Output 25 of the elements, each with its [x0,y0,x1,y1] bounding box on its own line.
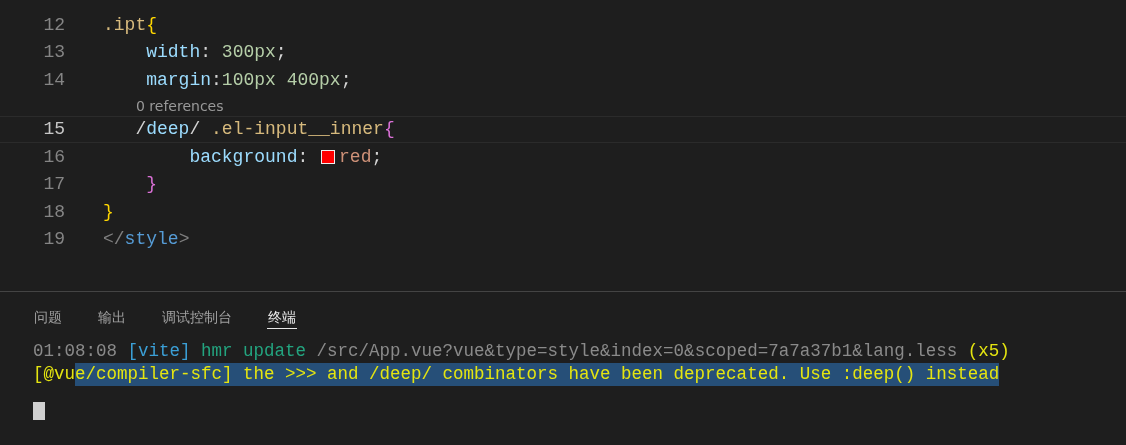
panel-tab[interactable]: 终端 [267,306,297,329]
panel-tab[interactable]: 问题 [33,306,63,329]
code-line: /deep/ .el-input__inner{ [134,119,395,140]
color-swatch-icon[interactable] [321,149,336,164]
line-number: 14 [42,69,65,90]
terminal-line: 01:08:08 [vite] hmr update /src/App.vue?vue&type=style&index=0&scoped=7a7a37b1&lang.less (x5) [33,340,1011,363]
terminal-cursor [33,402,45,420]
line-number: 12 [42,14,65,35]
code-line: background: red; [188,146,383,167]
line-number: 19 [42,229,65,250]
code-line: </style> [103,229,190,250]
line-number: 16 [42,146,65,167]
code-line: .ipt{ [103,14,158,35]
code-lens[interactable]: 0 references [0,93,1126,116]
code-line: width: 300px; [145,42,287,63]
line-number: 17 [42,174,65,195]
panel-tab[interactable]: 调试控制台 [161,306,233,329]
line-number: 15 [42,119,65,140]
code-line: margin:100px 400px; [145,69,352,90]
line-number: 13 [42,42,65,63]
terminal-line: [@vue/compiler-sfc] the >>> and /deep/ combinators have been deprecated. Use :deep() instead [33,363,1001,386]
code-line: } [145,174,157,195]
line-number: 18 [42,201,65,222]
code-line: } [103,201,114,222]
panel-tab[interactable]: 输出 [97,306,127,329]
